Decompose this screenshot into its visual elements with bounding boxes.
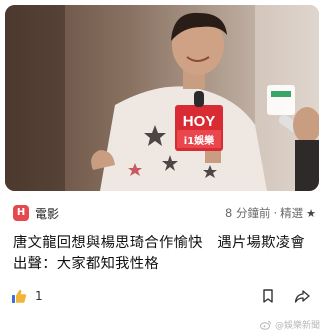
card-actions [260,288,310,304]
source-logo-icon: H [13,205,29,221]
action-row: 1 [11,285,316,307]
mic-flag-bottom-label: i1娛樂 [184,134,215,147]
weibo-icon [259,320,271,330]
source-name[interactable]: 電影 [35,205,59,222]
watermark: @娛樂新聞 [259,318,320,331]
featured-tag: 精選 [280,206,304,220]
timestamp-group: 8 分鐘前 · 精選 ★ [225,205,316,221]
timestamp: 8 分鐘前 [224,206,271,220]
article-headline[interactable]: 唐文龍回想與楊思琦合作愉快 遇片場欺凌會出聲：大家都知我性格 [13,233,316,275]
separator: · [273,206,278,220]
star-icon: ★ [306,206,316,220]
source[interactable]: H 電影 [13,205,59,222]
mic-flag-top-label: HOY [183,113,216,130]
bookmark-icon[interactable] [260,288,276,304]
watermark-text: @娛樂新聞 [274,321,320,331]
share-icon[interactable] [294,288,310,304]
like-count: 1 [35,289,43,303]
news-card[interactable]: HOY i1娛樂 H 電影 8 分鐘前 · 精選 ★ 唐文龍回想與楊思琦合作愉快… [0,0,328,336]
article-photo: HOY i1娛樂 [5,5,319,191]
thumbs-up-icon[interactable] [11,288,27,304]
like-group: 1 [11,288,43,304]
article-image[interactable]: HOY i1娛樂 [5,5,319,191]
meta-row: H 電影 8 分鐘前 · 精選 ★ [13,203,316,223]
